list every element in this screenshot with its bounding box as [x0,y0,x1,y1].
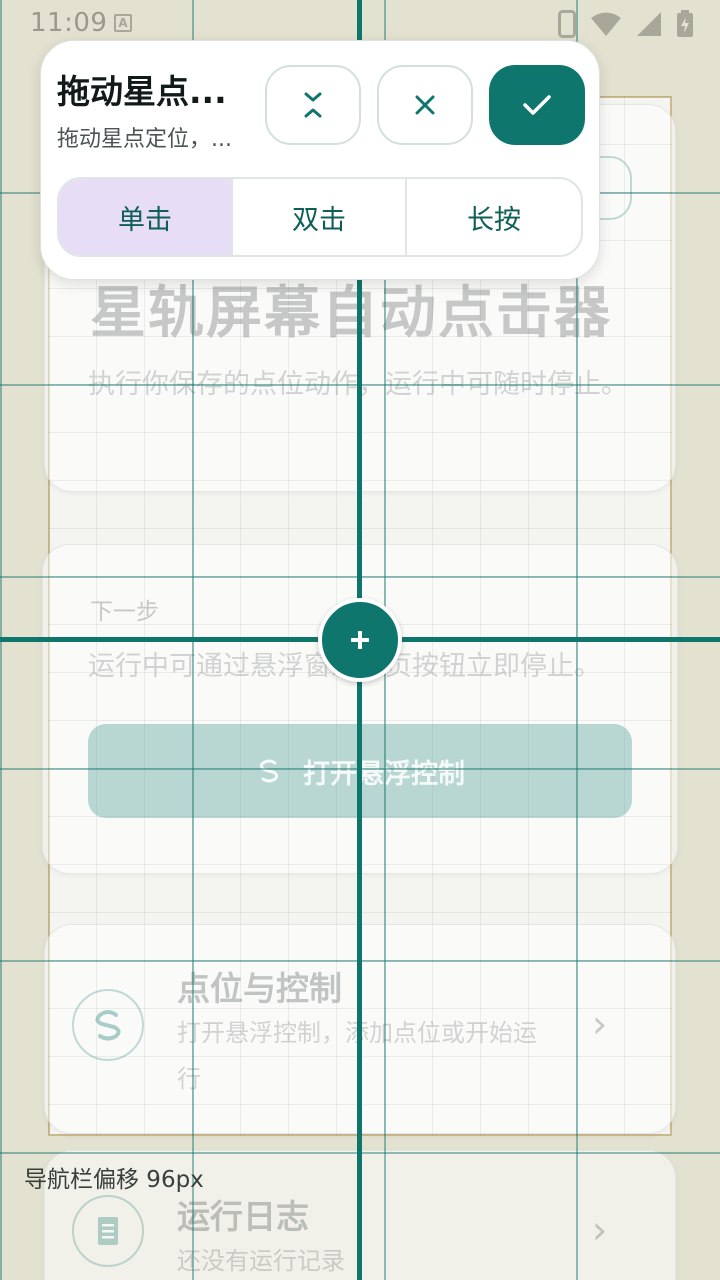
click-mode-single[interactable]: 单击 [59,179,233,255]
open-floating-control-label: 打开悬浮控制 [303,758,465,789]
collapse-button[interactable] [265,65,361,145]
a-notification-icon: A [114,14,132,32]
click-mode-double[interactable]: 双击 [233,179,407,255]
close-icon [415,95,435,115]
confirm-button[interactable] [489,65,585,145]
collapse-arrows-icon [304,92,322,118]
panel-title: 拖动星点... [57,72,227,111]
signal-icon [637,12,661,36]
log-icon [72,1195,144,1267]
floating-control-icon [259,759,279,783]
plus-icon [351,631,369,649]
point-placement-panel: 拖动星点... 拖动星点定位，... 单击 双击 长按 [40,40,600,280]
chevron-right-icon: › [592,1002,608,1046]
target-star-handle[interactable] [318,598,402,682]
check-icon [523,95,551,115]
status-time: 11:09 [30,8,108,38]
click-mode-segmented-control: 单击 双击 长按 [57,177,583,257]
click-mode-long-press[interactable]: 长按 [407,179,581,255]
status-bar: 11:09 A [0,0,720,46]
battery-charging-icon [677,10,693,37]
next-step-label: 下一步 [90,599,159,625]
status-icons [558,10,694,38]
app-title: 星轨屏幕自动点击器 [90,281,612,346]
chevron-right-icon: › [592,1208,608,1252]
panel-subtitle: 拖动星点定位，... [57,127,232,152]
wifi-icon [591,12,621,36]
close-button[interactable] [377,65,473,145]
phone-icon [558,10,576,38]
nav-offset-label: 导航栏偏移 96px [24,1167,204,1193]
list-item-subtitle: 打开悬浮控制，添加点位或开始运行 [177,1019,537,1093]
list-item-subtitle: 还没有运行记录 [177,1247,345,1275]
list-item-title: 运行日志 [177,1197,309,1236]
list-item-title: 点位与控制 [177,969,342,1008]
floating-control-icon [72,989,144,1061]
